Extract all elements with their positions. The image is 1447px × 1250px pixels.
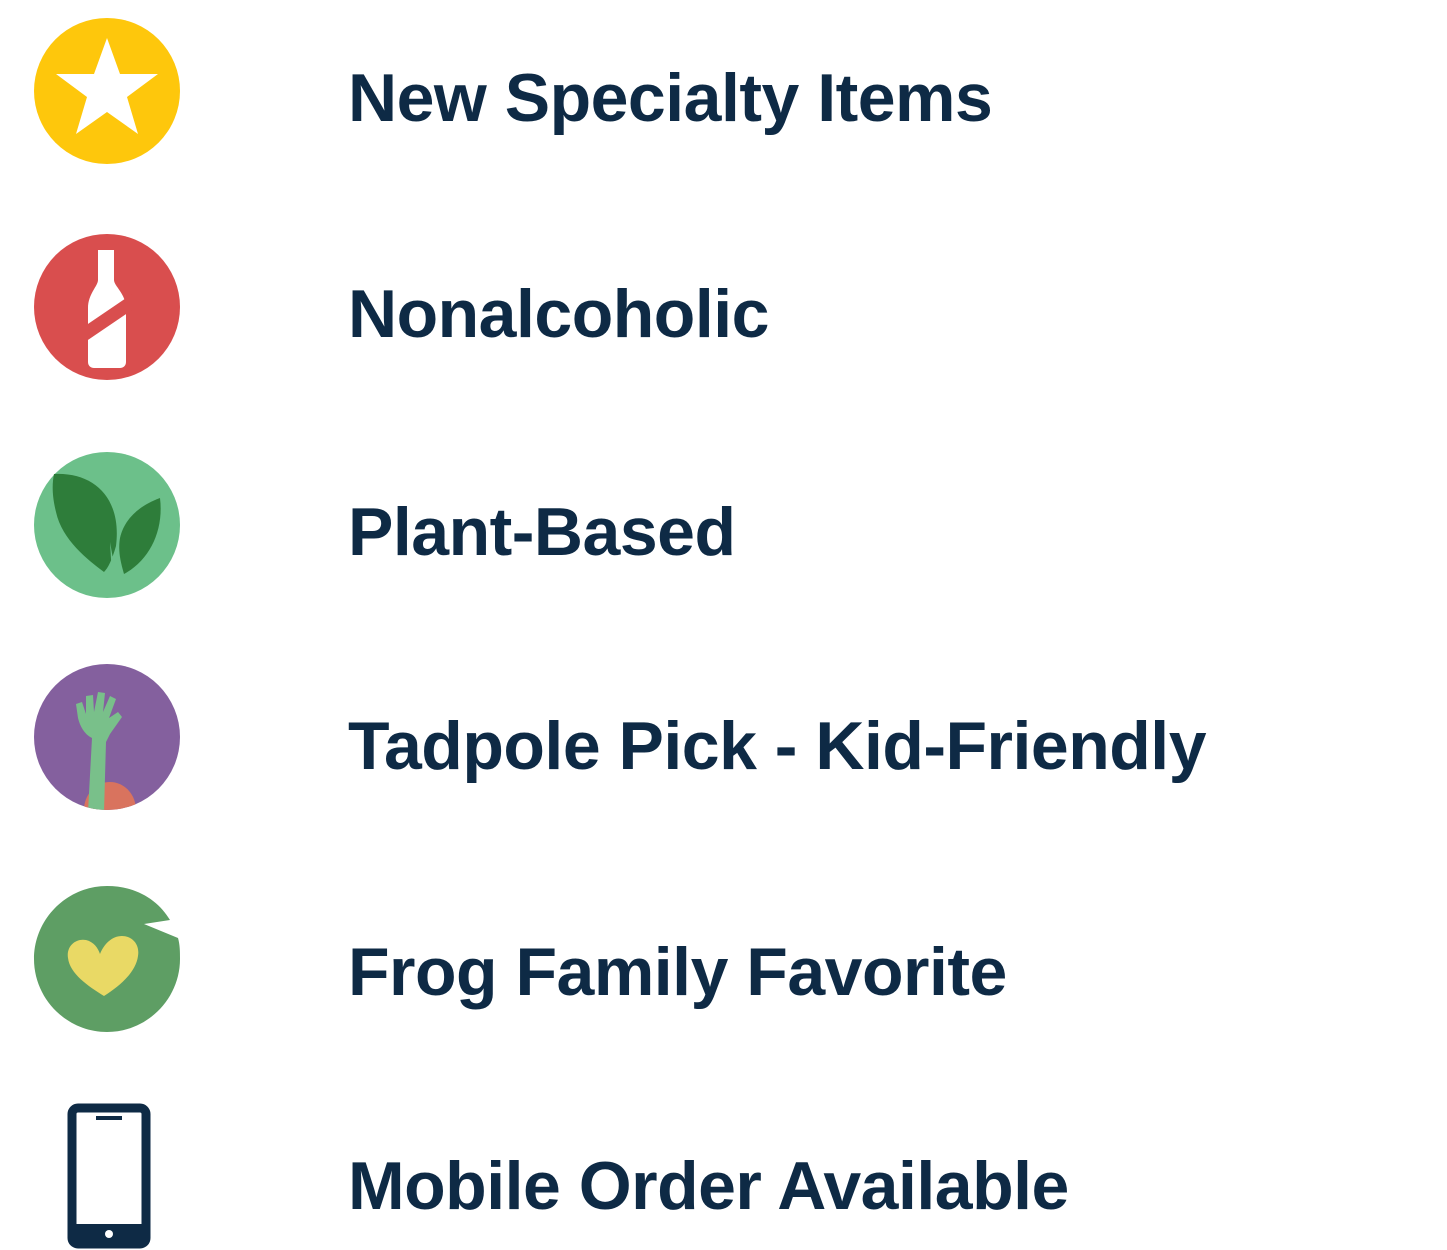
legend-label: Tadpole Pick - Kid-Friendly (348, 708, 1207, 784)
leaves-icon (32, 450, 182, 600)
lily-pad-heart-icon (32, 884, 182, 1034)
raised-hand-icon (32, 662, 182, 812)
mobile-phone-icon (32, 1100, 182, 1250)
legend-label: Nonalcoholic (348, 276, 769, 352)
legend-item-tadpole-pick: Tadpole Pick - Kid-Friendly (0, 662, 1447, 812)
legend-item-frog-family-favorite: Frog Family Favorite (0, 884, 1447, 1034)
star-icon (32, 16, 182, 166)
legend-label: Frog Family Favorite (348, 934, 1007, 1010)
legend-item-mobile-order: Mobile Order Available (0, 1100, 1447, 1250)
legend-label: New Specialty Items (348, 60, 993, 136)
legend-label: Plant-Based (348, 494, 736, 570)
legend-item-nonalcoholic: Nonalcoholic (0, 232, 1447, 382)
legend-item-plant-based: Plant-Based (0, 450, 1447, 600)
crossed-bottle-icon (32, 232, 182, 382)
legend-item-new-specialty: New Specialty Items (0, 16, 1447, 166)
legend-label: Mobile Order Available (348, 1148, 1069, 1224)
icon-legend: New Specialty Items Nonalcoholic Plant-B… (0, 0, 1447, 1249)
